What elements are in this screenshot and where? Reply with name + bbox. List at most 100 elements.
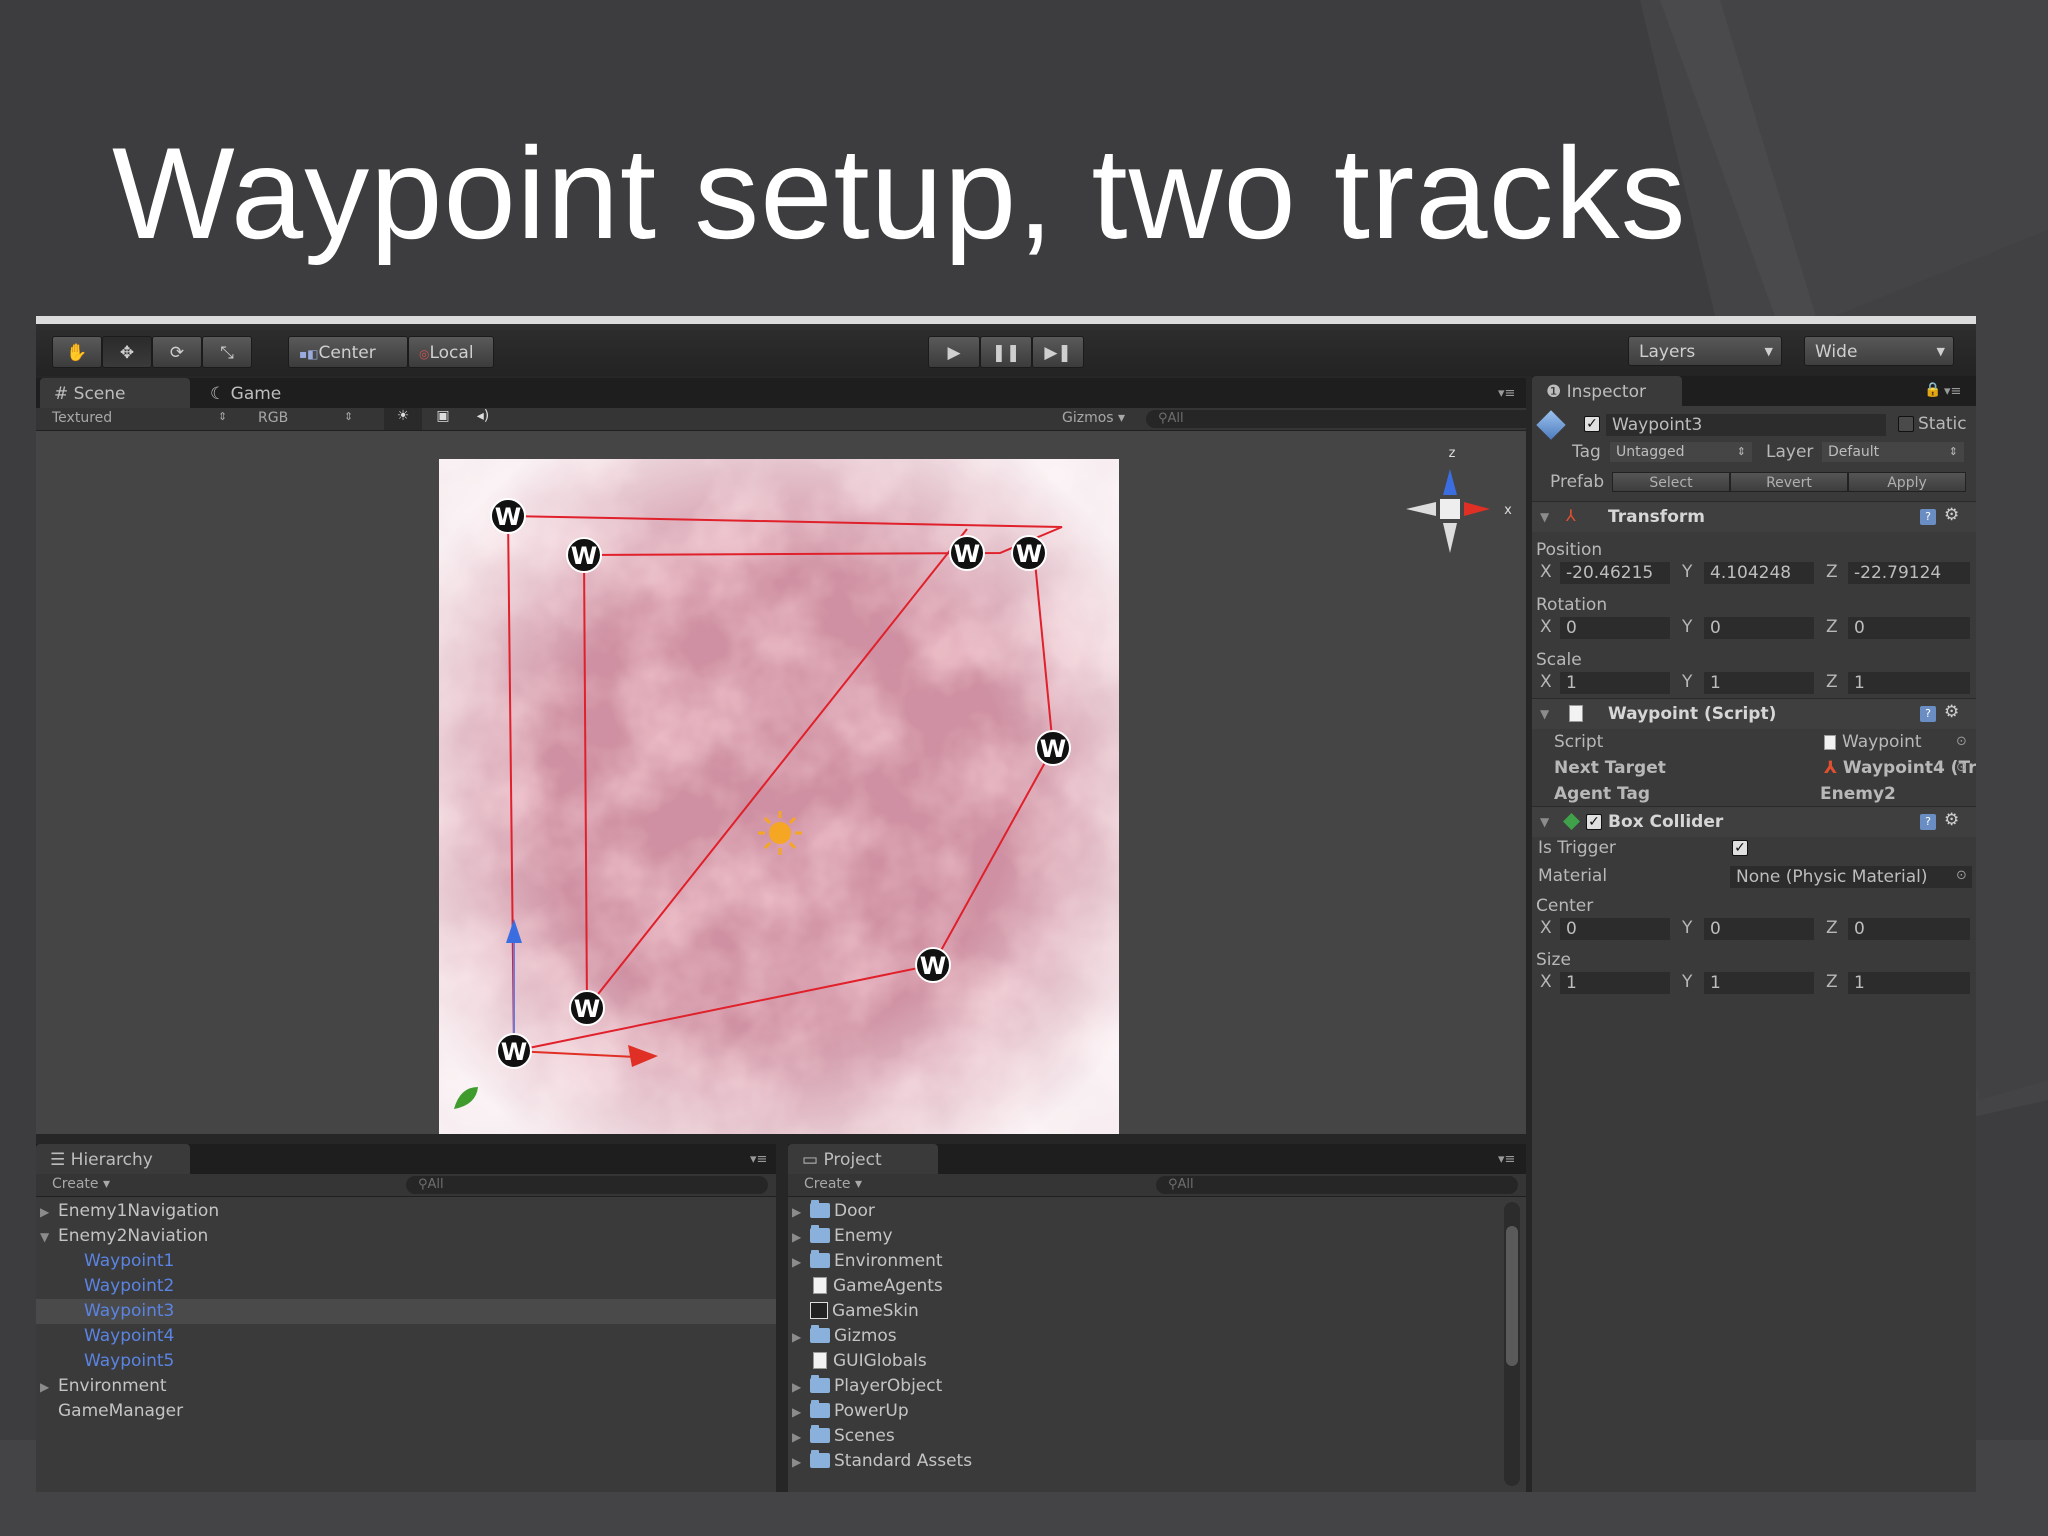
scale-tool-button[interactable]: ⤡ — [202, 336, 252, 368]
object-picker-icon[interactable]: ⊙ — [1956, 868, 1967, 883]
image-toggle-icon[interactable]: ▣ — [424, 408, 462, 430]
size-y-input[interactable]: 1 — [1704, 972, 1814, 994]
play-button[interactable]: ▶ — [928, 336, 980, 368]
rotate-tool-button[interactable]: ⟳ — [152, 336, 202, 368]
object-picker-icon[interactable]: ⊙ — [1956, 734, 1967, 749]
create-dropdown[interactable]: Create ▾ — [52, 1176, 110, 1192]
scale-y-input[interactable]: 1 — [1704, 672, 1814, 694]
box-collider-header[interactable]: ▼ ✓ Box Collider ? ⚙ — [1532, 806, 1976, 837]
scrollbar-thumb[interactable] — [1506, 1226, 1518, 1366]
waypoint-script-header[interactable]: ▼ Waypoint (Script) ? ⚙ — [1532, 698, 1976, 729]
prefab-apply-button[interactable]: Apply — [1848, 472, 1966, 492]
channel-dropdown[interactable]: RGB — [258, 410, 288, 426]
waypoint-icon[interactable]: W — [915, 947, 951, 983]
list-item[interactable]: GameAgents — [788, 1274, 943, 1299]
layout-dropdown[interactable]: Wide ▼ — [1804, 336, 1954, 366]
is-trigger-checkbox[interactable]: ✓ — [1732, 840, 1748, 856]
tab-game[interactable]: ☾ Game — [196, 378, 326, 408]
list-item[interactable]: Waypoint4 — [36, 1324, 776, 1349]
move-tool-button[interactable]: ✥ — [102, 336, 152, 368]
audio-toggle-icon[interactable]: ◂) — [464, 408, 502, 430]
script-value[interactable]: Waypoint — [1824, 732, 1922, 752]
list-item[interactable]: ▶ PlayerObject — [788, 1374, 942, 1399]
hierarchy-search-input[interactable]: ⚲All — [406, 1176, 768, 1194]
agent-tag-value[interactable]: Enemy2 — [1820, 784, 1896, 804]
waypoint-icon[interactable]: W — [496, 1033, 532, 1069]
transform-header[interactable]: ▼ ⅄ Transform ? ⚙ — [1532, 501, 1976, 532]
center-x-input[interactable]: 0 — [1560, 918, 1670, 940]
waypoint-icon[interactable]: W — [569, 990, 605, 1026]
waypoint-icon[interactable]: W — [566, 537, 602, 573]
pivot-center-button[interactable]: ▪◧Center — [288, 336, 408, 368]
list-item-selected[interactable]: Waypoint3 — [36, 1299, 776, 1324]
tag-dropdown[interactable]: Untagged ⇕ — [1610, 442, 1752, 462]
position-x-input[interactable]: -20.46215 — [1560, 562, 1670, 584]
list-item[interactable]: ▶ Standard Assets — [788, 1449, 972, 1474]
position-z-input[interactable]: -22.79124 — [1848, 562, 1970, 584]
scale-z-input[interactable]: 1 — [1848, 672, 1970, 694]
orientation-gizmo[interactable]: z x — [1406, 446, 1512, 553]
list-item[interactable]: ▶ PowerUp — [788, 1399, 909, 1424]
gear-icon[interactable]: ⚙ — [1944, 505, 1959, 525]
help-icon[interactable]: ? — [1920, 509, 1936, 525]
scale-x-input[interactable]: 1 — [1560, 672, 1670, 694]
pivot-local-button[interactable]: ◎Local — [408, 336, 494, 368]
rotation-x-input[interactable]: 0 — [1560, 617, 1670, 639]
render-mode-dropdown[interactable]: Textured — [52, 410, 112, 426]
static-checkbox[interactable] — [1898, 416, 1914, 432]
panel-menu-icon[interactable]: ▾≡ — [1498, 1152, 1515, 1167]
size-z-input[interactable]: 1 — [1848, 972, 1970, 994]
waypoint-icon[interactable]: W — [949, 535, 985, 571]
position-y-input[interactable]: 4.104248 — [1704, 562, 1814, 584]
tab-project[interactable]: ▭ Project — [788, 1144, 938, 1174]
scene-search-input[interactable]: ⚲All — [1146, 410, 1554, 428]
prefab-revert-button[interactable]: Revert — [1730, 472, 1848, 492]
gear-icon[interactable]: ⚙ — [1944, 702, 1959, 722]
list-item[interactable]: ▶ Gizmos — [788, 1324, 897, 1349]
panel-menu-icon[interactable]: ▾≡ — [1944, 384, 1961, 399]
collider-enabled-checkbox[interactable]: ✓ — [1586, 814, 1602, 830]
lock-icon[interactable]: 🔒 — [1924, 382, 1941, 398]
step-button[interactable]: ▶❚ — [1032, 336, 1084, 368]
list-item[interactable]: ▶ Environment — [788, 1249, 943, 1274]
project-search-input[interactable]: ⚲All — [1156, 1176, 1518, 1194]
panel-menu-icon[interactable]: ▾≡ — [1498, 386, 1515, 401]
gizmos-dropdown[interactable]: Gizmos ▾ — [1062, 410, 1125, 426]
tab-hierarchy[interactable]: ☰ Hierarchy — [36, 1144, 190, 1174]
help-icon[interactable]: ? — [1920, 706, 1936, 722]
next-target-value[interactable]: ⅄ Waypoint4 (Trar — [1824, 758, 1976, 778]
list-item[interactable]: ▼ Enemy2Naviation — [36, 1224, 780, 1249]
create-dropdown[interactable]: Create ▾ — [804, 1176, 862, 1192]
rotation-z-input[interactable]: 0 — [1848, 617, 1970, 639]
list-item[interactable]: ▶ Enemy1Navigation — [36, 1199, 780, 1224]
gear-icon[interactable]: ⚙ — [1944, 810, 1959, 830]
waypoint-icon[interactable]: W — [1035, 730, 1071, 766]
panel-menu-icon[interactable]: ▾≡ — [750, 1152, 767, 1167]
center-y-input[interactable]: 0 — [1704, 918, 1814, 940]
layer-dropdown[interactable]: Default ⇕ — [1822, 442, 1964, 462]
list-item[interactable]: Waypoint1 — [36, 1249, 776, 1274]
material-field[interactable]: None (Physic Material) — [1730, 866, 1972, 888]
object-name-input[interactable]: Waypoint3 — [1606, 414, 1886, 436]
list-item[interactable]: ▶ Environment — [36, 1374, 780, 1399]
active-checkbox[interactable]: ✓ — [1584, 416, 1600, 432]
tab-inspector[interactable]: ❶ Inspector — [1532, 376, 1682, 406]
list-item[interactable]: ▶ Enemy — [788, 1224, 893, 1249]
list-item[interactable]: GUIGlobals — [788, 1349, 927, 1374]
tab-scene[interactable]: # Scene — [40, 378, 190, 408]
center-z-input[interactable]: 0 — [1848, 918, 1970, 940]
pause-button[interactable]: ❚❚ — [980, 336, 1032, 368]
list-item[interactable]: Waypoint5 — [36, 1349, 776, 1374]
list-item[interactable]: Waypoint2 — [36, 1274, 776, 1299]
hand-tool-button[interactable]: ✋ — [52, 336, 102, 368]
list-item[interactable]: ▶ Door — [788, 1199, 875, 1224]
waypoint-icon[interactable]: W — [1011, 535, 1047, 571]
rotation-y-input[interactable]: 0 — [1704, 617, 1814, 639]
object-picker-icon[interactable]: ⊙ — [1956, 760, 1967, 775]
list-item[interactable]: GameManager — [36, 1399, 798, 1424]
waypoint-icon[interactable]: W — [490, 498, 526, 534]
help-icon[interactable]: ? — [1920, 814, 1936, 830]
prefab-select-button[interactable]: Select — [1612, 472, 1730, 492]
list-item[interactable]: GameSkin — [788, 1299, 919, 1324]
list-item[interactable]: ▶ Scenes — [788, 1424, 895, 1449]
